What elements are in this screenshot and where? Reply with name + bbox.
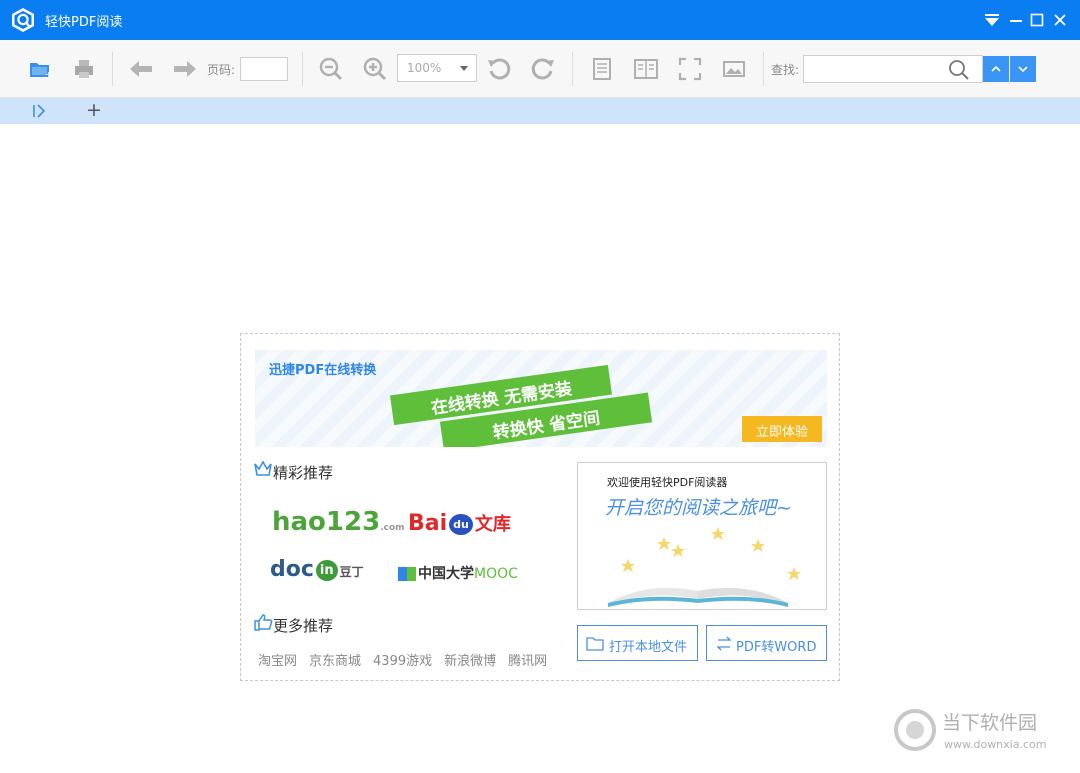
- zoom-value: 100%: [407, 61, 442, 75]
- image-view-icon[interactable]: [720, 55, 748, 83]
- tab-bar: +: [0, 98, 1080, 124]
- docin-badge: in: [315, 559, 338, 581]
- toolbar-separator: [763, 52, 764, 86]
- crown-icon: [254, 460, 272, 476]
- page-label: 页码:: [207, 63, 236, 77]
- chevron-down-icon: [460, 66, 468, 71]
- thumbs-up-icon: [254, 614, 273, 631]
- toolbar-separator: [302, 52, 303, 86]
- promo-banner[interactable]: 迅捷PDF在线转换 在线转换 无需安装 转换快 省空间 立即体验: [255, 350, 827, 447]
- banner-line-2: 转换快 省空间: [491, 408, 602, 444]
- svg-text:+: +: [45, 70, 52, 79]
- recommend-heading: 精彩推荐: [253, 460, 333, 483]
- link-4399[interactable]: 4399游戏: [373, 654, 432, 669]
- open-local-file-button[interactable]: 打开本地文件: [577, 625, 698, 661]
- mooc-icon: [398, 567, 416, 581]
- link-weibo[interactable]: 新浪微博: [444, 654, 496, 669]
- open-book-icon: [608, 527, 801, 607]
- add-tab-button[interactable]: +: [86, 99, 102, 121]
- menu-dropdown-icon[interactable]: [982, 10, 1002, 30]
- toolbar-separator: [112, 52, 113, 86]
- link-qq[interactable]: 腾讯网: [508, 654, 547, 669]
- toolbar-separator: [572, 52, 573, 86]
- zoom-out-icon[interactable]: [317, 55, 345, 83]
- start-panel: 迅捷PDF在线转换 在线转换 无需安装 转换快 省空间 立即体验 精彩推荐 ha…: [240, 333, 840, 681]
- watermark-name: 当下软件园: [942, 712, 1038, 734]
- more-title: 更多推荐: [273, 617, 334, 635]
- open-local-file-label: 打开本地文件: [609, 640, 688, 655]
- search-previous-button[interactable]: [983, 56, 1009, 82]
- mooc-logo[interactable]: 中国大学MOOC: [398, 563, 518, 583]
- mooc-text: MOOC: [474, 566, 518, 582]
- print-icon[interactable]: [70, 55, 98, 83]
- toolbar: + 页码: 100% 查找:: [0, 40, 1080, 98]
- banner-brand: 迅捷PDF在线转换: [269, 363, 377, 378]
- more-links: 淘宝网 京东商城 4399游戏 新浪微博 腾讯网: [258, 650, 559, 669]
- recommend-title: 精彩推荐: [273, 464, 334, 482]
- zoom-select[interactable]: 100%: [397, 54, 477, 82]
- link-jd[interactable]: 京东商城: [309, 654, 361, 669]
- search-next-button[interactable]: [1010, 56, 1036, 82]
- welcome-box: 欢迎使用轻快PDF阅读器 开启您的阅读之旅吧~: [577, 462, 827, 610]
- welcome-small-text: 欢迎使用轻快PDF阅读器: [607, 476, 728, 489]
- hao123-text: hao123: [272, 507, 381, 537]
- chevron-up-icon: [991, 65, 1001, 72]
- rotate-right-icon[interactable]: [529, 55, 557, 83]
- minimize-button[interactable]: [1006, 10, 1026, 30]
- docin-text: doc: [270, 557, 314, 582]
- pdf-to-word-label: PDF转WORD: [736, 640, 817, 655]
- single-page-icon[interactable]: [588, 55, 616, 83]
- fullscreen-icon[interactable]: [676, 55, 704, 83]
- search-icon[interactable]: [947, 58, 971, 82]
- baidu-wenku-logo[interactable]: Bai du 文库: [408, 510, 511, 536]
- more-heading: 更多推荐: [253, 613, 333, 636]
- pdf-to-word-button[interactable]: PDF转WORD: [706, 625, 827, 661]
- next-page-icon[interactable]: [171, 55, 199, 83]
- previous-page-icon[interactable]: [127, 55, 155, 83]
- rotate-left-icon[interactable]: [485, 55, 513, 83]
- chevron-down-icon: [1018, 66, 1028, 73]
- wenku-text: 文库: [474, 514, 511, 535]
- maximize-button[interactable]: [1027, 10, 1047, 30]
- double-page-icon[interactable]: [632, 55, 660, 83]
- mooc-cn-text: 中国大学: [418, 566, 474, 582]
- douding-text: 豆丁: [339, 565, 364, 579]
- app-logo-icon: [12, 8, 34, 32]
- close-button[interactable]: [1050, 10, 1070, 30]
- hao123-suffix: .com: [380, 523, 405, 533]
- baidu-paw-icon: du: [449, 513, 473, 535]
- hao123-logo[interactable]: hao123.com: [272, 507, 405, 537]
- convert-icon: [716, 636, 732, 651]
- try-now-button[interactable]: 立即体验: [742, 416, 822, 442]
- search-label: 查找:: [771, 63, 800, 77]
- open-folder-icon[interactable]: +: [26, 55, 54, 83]
- baidu-text: Bai: [408, 511, 448, 536]
- watermark-logo-icon: [894, 709, 936, 751]
- watermark-url: www.downxia.com: [944, 738, 1047, 751]
- app-title: 轻快PDF阅读: [45, 15, 123, 30]
- sidebar-toggle-icon[interactable]: [32, 104, 48, 118]
- zoom-in-icon[interactable]: [361, 55, 389, 83]
- docin-logo[interactable]: doc in 豆丁: [270, 557, 364, 582]
- page-number-input[interactable]: [240, 57, 288, 81]
- welcome-large-text: 开启您的阅读之旅吧~: [605, 497, 792, 519]
- folder-icon: [586, 637, 604, 651]
- title-bar: 轻快PDF阅读: [0, 0, 1080, 40]
- link-taobao[interactable]: 淘宝网: [258, 654, 297, 669]
